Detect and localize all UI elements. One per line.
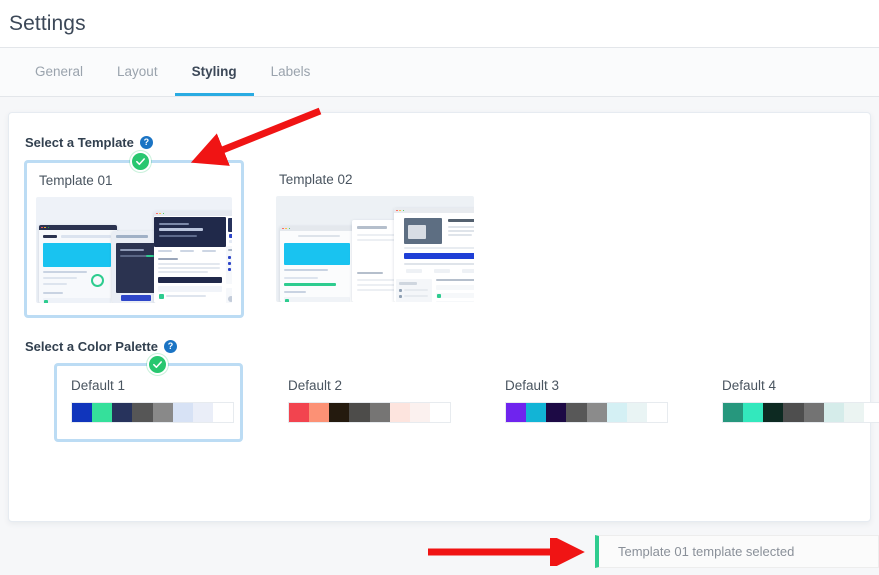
color-swatch — [586, 403, 607, 422]
palette-1-label: Default 1 — [71, 378, 126, 393]
color-swatch — [863, 403, 879, 422]
palette-1-swatches — [71, 402, 234, 423]
color-swatch — [192, 403, 213, 422]
color-swatch — [626, 403, 647, 422]
tab-styling[interactable]: Styling — [174, 49, 254, 96]
color-swatch — [546, 403, 567, 422]
color-swatch — [743, 403, 764, 422]
help-circle-icon[interactable]: ? — [163, 340, 177, 353]
palette-card-4[interactable]: Default 4 — [706, 364, 879, 441]
color-swatch — [723, 403, 744, 422]
color-swatch — [606, 403, 627, 422]
color-swatch — [783, 403, 804, 422]
template-card-02[interactable]: Template 02 — [266, 161, 484, 317]
color-swatch — [763, 403, 784, 422]
template-slot-01: Template 01 — [25, 151, 243, 317]
palette-slot-1: Default 1 — [25, 354, 242, 441]
color-swatch — [646, 403, 667, 422]
color-swatch — [843, 403, 864, 422]
styling-panel: Select a Template ? Template 01 Template… — [8, 112, 879, 522]
color-swatch — [409, 403, 430, 422]
color-swatch — [152, 403, 173, 422]
page-header: Settings — [0, 0, 879, 48]
palette-2-swatches — [288, 402, 451, 423]
help-circle-icon[interactable]: ? — [139, 136, 153, 149]
template-01-thumbnail — [36, 197, 232, 303]
color-swatch — [803, 403, 824, 422]
template-slot-02: Template 02 — [266, 161, 484, 317]
palette-1-selected-check-icon — [147, 354, 168, 375]
toast-message: Template 01 template selected — [618, 544, 795, 559]
template-02-label: Template 02 — [279, 172, 353, 187]
template-02-thumbnail — [276, 196, 474, 302]
page-title: Settings — [9, 11, 86, 35]
select-palette-heading: Select a Color Palette ? — [25, 339, 854, 354]
color-swatch — [212, 403, 233, 422]
palette-card-1[interactable]: Default 1 — [55, 364, 242, 441]
palette-list: Default 1 Default 2 Default 3 Default 4 — [25, 354, 879, 441]
tab-general[interactable]: General — [18, 49, 100, 96]
color-swatch — [329, 403, 350, 422]
palette-card-2[interactable]: Default 2 — [272, 364, 459, 441]
color-swatch — [823, 403, 844, 422]
color-swatch — [72, 403, 93, 422]
color-swatch — [112, 403, 133, 422]
color-swatch — [349, 403, 370, 422]
palette-slot-4: Default 4 — [676, 364, 879, 441]
color-swatch — [389, 403, 410, 422]
palette-4-swatches — [722, 402, 879, 423]
color-swatch — [429, 403, 450, 422]
palette-slot-2: Default 2 — [242, 364, 459, 441]
template-01-label: Template 01 — [39, 173, 113, 188]
tab-labels[interactable]: Labels — [254, 49, 328, 96]
color-swatch — [566, 403, 587, 422]
arrow-to-toast — [428, 538, 585, 566]
palette-3-label: Default 3 — [505, 378, 560, 393]
color-swatch — [172, 403, 193, 422]
select-template-heading: Select a Template ? — [25, 135, 854, 150]
template-card-01[interactable]: Template 01 — [25, 161, 243, 317]
toast-notification: Template 01 template selected — [595, 535, 879, 568]
color-swatch — [132, 403, 153, 422]
palette-slot-3: Default 3 — [459, 364, 676, 441]
palette-card-3[interactable]: Default 3 — [489, 364, 676, 441]
color-swatch — [506, 403, 527, 422]
template-01-selected-check-icon — [130, 151, 151, 172]
color-swatch — [526, 403, 547, 422]
palette-2-label: Default 2 — [288, 378, 343, 393]
palette-3-swatches — [505, 402, 668, 423]
palette-4-label: Default 4 — [722, 378, 777, 393]
color-swatch — [309, 403, 330, 422]
select-palette-label: Select a Color Palette — [25, 339, 158, 354]
settings-tabbar: General Layout Styling Labels — [0, 48, 879, 97]
template-list: Template 01 Template 02 — [25, 151, 854, 317]
color-swatch — [92, 403, 113, 422]
color-swatch — [369, 403, 390, 422]
select-template-label: Select a Template — [25, 135, 134, 150]
color-swatch — [289, 403, 310, 422]
tab-layout[interactable]: Layout — [100, 49, 175, 96]
